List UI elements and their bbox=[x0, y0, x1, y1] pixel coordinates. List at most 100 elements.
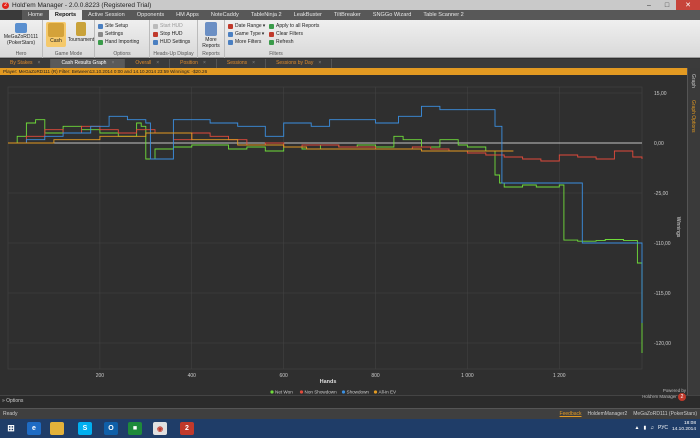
clear-filters-button[interactable]: Clear Filters bbox=[269, 31, 303, 37]
close-tab-icon[interactable]: × bbox=[318, 60, 321, 66]
player-selector[interactable]: MeGaZoRD111 (PokerStars) bbox=[1, 23, 41, 46]
side-panel: Graph Graph Options bbox=[687, 68, 700, 395]
feedback-link[interactable]: Feedback bbox=[560, 411, 582, 417]
hand-importing-button[interactable]: Hand Importing bbox=[98, 39, 139, 45]
stop-hud-button[interactable]: Stop HUD bbox=[153, 31, 183, 37]
report-tab[interactable]: Overall × bbox=[125, 59, 171, 68]
refresh-button[interactable]: Refresh bbox=[269, 39, 294, 45]
site-setup-label: Site Setup bbox=[105, 23, 129, 29]
stop-hud-label: Stop HUD bbox=[160, 31, 183, 37]
apply-all-label: Apply to all Reports bbox=[276, 23, 320, 29]
chevron-down-icon: ▾ bbox=[261, 31, 265, 37]
report-tab-label: Sessions bbox=[226, 60, 248, 66]
x-tick-label: 1 000 bbox=[461, 373, 474, 379]
holdem-manager-task-icon[interactable]: 2 bbox=[180, 422, 194, 435]
menu-tab[interactable]: NoteCaddy bbox=[205, 10, 245, 20]
graph-options-side-tab[interactable]: Graph Options bbox=[690, 100, 696, 133]
hud-settings-button[interactable]: HUD Settings bbox=[153, 39, 190, 45]
folder-icon[interactable] bbox=[50, 422, 64, 435]
more-filters-button[interactable]: More Filters bbox=[228, 39, 261, 45]
site-setup-icon bbox=[98, 23, 103, 29]
settings-button[interactable]: Settings bbox=[98, 31, 123, 37]
cash-button[interactable]: Cash bbox=[46, 22, 66, 47]
status-ready: Ready bbox=[3, 411, 18, 417]
x-tick-label: 400 bbox=[188, 373, 197, 379]
settings-label: Settings bbox=[105, 31, 124, 37]
more-reports-button[interactable]: More Reports bbox=[201, 22, 221, 49]
menu-tab[interactable]: Opponents bbox=[131, 10, 170, 20]
legend: Net Won Non Showdown Showdown All-in EV bbox=[270, 390, 397, 395]
close-icon[interactable]: ✕ bbox=[676, 0, 700, 10]
file-menu[interactable] bbox=[0, 10, 22, 20]
close-tab-icon[interactable]: × bbox=[38, 60, 41, 66]
calendar-icon bbox=[228, 23, 233, 29]
skype-icon[interactable]: S bbox=[78, 422, 92, 435]
start-hud-label: Start HUD bbox=[160, 23, 183, 29]
store-icon[interactable]: ■ bbox=[128, 422, 142, 435]
game-type-label: Game Type bbox=[235, 31, 261, 37]
clock[interactable]: 18:08 14.10.2014 bbox=[672, 421, 696, 433]
date-range-button[interactable]: Date Range ▾ bbox=[228, 23, 265, 29]
legend-label: Non Showdown bbox=[305, 390, 338, 395]
system-tray: ▲ ▮ ♫ РУС bbox=[635, 425, 668, 431]
close-tab-icon[interactable]: × bbox=[111, 60, 114, 66]
game-mode-group: Cash Tournament Game Mode bbox=[43, 20, 95, 58]
report-tab-label: Position bbox=[180, 60, 198, 66]
maximize-icon[interactable]: □ bbox=[658, 0, 676, 10]
menu-tab[interactable]: Home bbox=[22, 10, 49, 20]
close-tab-icon[interactable]: × bbox=[252, 60, 255, 66]
menu-tab[interactable]: Table Scanner 2 bbox=[417, 10, 469, 20]
menu-tab[interactable]: TableNinja 2 bbox=[245, 10, 288, 20]
options-button[interactable]: » Options bbox=[2, 398, 23, 404]
chrome-icon[interactable]: ◉ bbox=[153, 422, 167, 435]
filters-group: Date Range ▾ Game Type ▾ More Filters Appl… bbox=[225, 20, 327, 58]
menu-tab[interactable]: LeakBuster bbox=[288, 10, 328, 20]
chevron-down-icon: ▾ bbox=[262, 23, 266, 29]
network-icon[interactable]: ▮ bbox=[643, 425, 646, 431]
report-tab-label: Sessions by Day bbox=[276, 60, 314, 66]
results-graph: 200 400 600 800 1 000 1 200 15,00 0,00 -25,00 -1… bbox=[0, 75, 687, 395]
legend-label: Net Won bbox=[275, 390, 293, 395]
ie-icon[interactable]: e bbox=[27, 422, 41, 435]
apply-all-button[interactable]: Apply to all Reports bbox=[269, 23, 319, 29]
menu-tab[interactable]: TiltBreaker bbox=[328, 10, 367, 20]
menu-tab[interactable]: HM Apps bbox=[170, 10, 205, 20]
close-tab-icon[interactable]: × bbox=[156, 60, 159, 66]
y-tick-label: -115,00 bbox=[654, 291, 671, 297]
legend-label: Showdown bbox=[347, 390, 370, 395]
x-tick-label: 600 bbox=[279, 373, 288, 379]
report-tab[interactable]: Sessions × bbox=[217, 59, 267, 68]
report-tab-label: By Stakes bbox=[10, 60, 33, 66]
hero-group-label: Hero bbox=[15, 51, 27, 57]
report-tab[interactable]: By Stakes × bbox=[0, 59, 52, 68]
tray-arrow-icon[interactable]: ▲ bbox=[635, 425, 640, 431]
start-hud-button[interactable]: Start HUD bbox=[153, 23, 183, 29]
legend-swatch bbox=[299, 390, 304, 394]
status-right: Feedback HoldemManager2 MeGaZoRD111 (Pok… bbox=[560, 411, 697, 417]
game-type-button[interactable]: Game Type ▾ bbox=[228, 31, 264, 37]
y-tick-label: 0,00 bbox=[654, 141, 664, 147]
menu-tab[interactable]: Active Session bbox=[82, 10, 131, 20]
menu-tab[interactable]: Reports bbox=[48, 10, 83, 20]
import-icon bbox=[98, 39, 103, 45]
outlook-icon[interactable]: O bbox=[104, 422, 118, 435]
y-tick-label: 15,00 bbox=[654, 91, 667, 97]
report-tab[interactable]: Sessions by Day × bbox=[266, 59, 333, 68]
tournament-button[interactable]: Tournament bbox=[67, 22, 95, 43]
menu-tab[interactable]: SNGGo Wizard bbox=[367, 10, 418, 20]
site-setup-button[interactable]: Site Setup bbox=[98, 23, 128, 29]
report-tab[interactable]: Cash Results Graph × bbox=[51, 59, 126, 68]
player-status: MeGaZoRD111 (PokerStars) bbox=[633, 411, 697, 417]
x-tick-label: 1 200 bbox=[553, 373, 566, 379]
powered-by: Powered by Hold'em Manager 2 bbox=[642, 388, 686, 401]
report-tab[interactable]: Position × bbox=[170, 59, 217, 68]
close-tab-icon[interactable]: × bbox=[203, 60, 206, 66]
start-button-icon[interactable]: ⊞ bbox=[4, 422, 18, 435]
minimize-icon[interactable]: – bbox=[640, 0, 658, 10]
taskbar: ⊞ e S O ■ ◉ 2 ▲ ▮ ♫ РУС 18:08 14.10.2014 bbox=[0, 419, 700, 438]
keyboard-language[interactable]: РУС bbox=[658, 425, 668, 431]
filter-summary: Player: MeGaZoRD111 (R) Filter: Between1… bbox=[0, 68, 687, 75]
volume-icon[interactable]: ♫ bbox=[650, 425, 654, 431]
player-icon bbox=[15, 23, 27, 33]
graph-side-tab[interactable]: Graph bbox=[690, 74, 696, 88]
